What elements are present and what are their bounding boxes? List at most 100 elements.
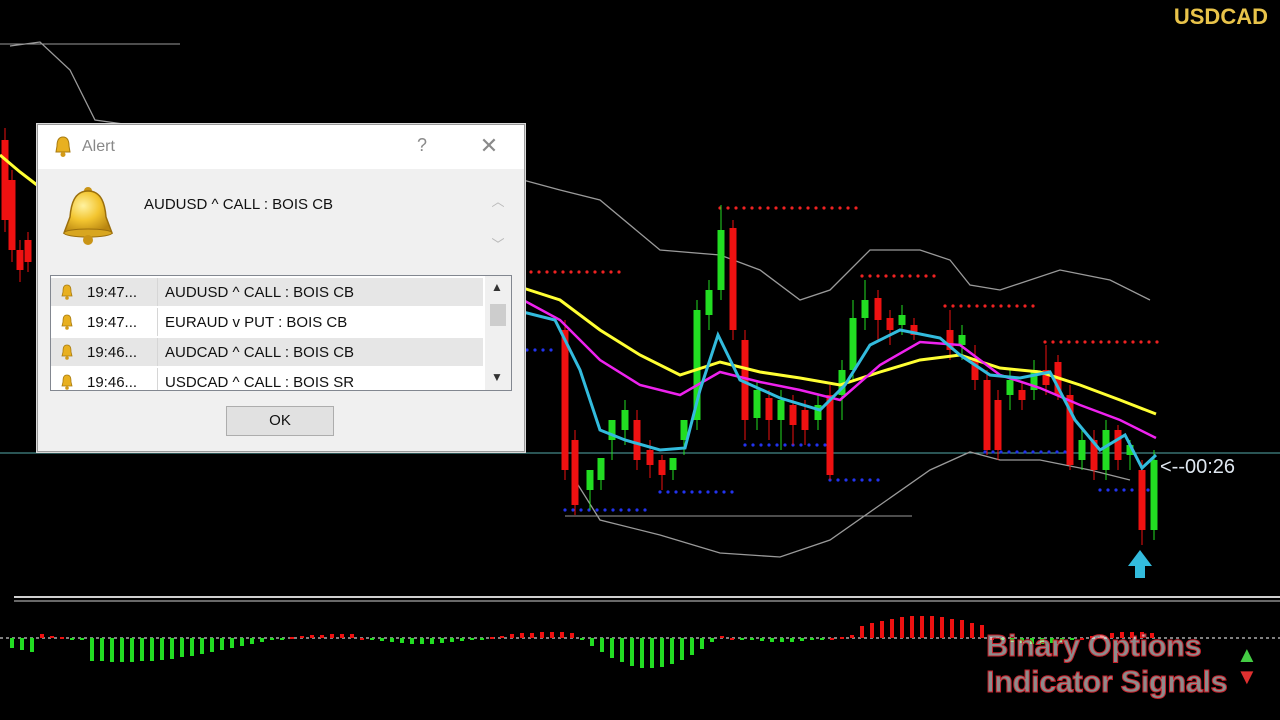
candle-body bbox=[633, 420, 641, 460]
watermark: Binary Options Indicator Signals bbox=[985, 628, 1228, 700]
list-item[interactable]: 19:46... AUDCAD ^ CALL : BOIS CB bbox=[51, 338, 483, 366]
candle-body bbox=[874, 298, 882, 320]
histogram-bar bbox=[750, 638, 754, 640]
resistance-dot bbox=[892, 274, 896, 278]
histogram-bar bbox=[920, 616, 924, 638]
support-dot bbox=[635, 508, 639, 512]
support-dot bbox=[1031, 450, 1035, 454]
support-dot bbox=[674, 490, 678, 494]
histogram-bar bbox=[300, 636, 304, 638]
support-dot bbox=[549, 348, 553, 352]
resistance-dot bbox=[1107, 340, 1111, 344]
watermark-line2: Indicator Signals bbox=[985, 664, 1228, 700]
resistance-dot bbox=[537, 270, 541, 274]
histogram-bar bbox=[960, 620, 964, 638]
list-item[interactable]: 19:47... EURAUD v PUT : BOIS CB bbox=[51, 308, 483, 336]
resistance-dot bbox=[593, 270, 597, 274]
resistance-dot bbox=[1059, 340, 1063, 344]
help-button[interactable]: ? bbox=[414, 135, 430, 157]
list-scrollbar[interactable]: ▲ ▼ bbox=[485, 276, 511, 390]
candle-body bbox=[983, 380, 991, 450]
histogram-bar bbox=[60, 637, 64, 639]
alert-time: 19:47... bbox=[87, 314, 138, 331]
symbol-label: USDCAD bbox=[1173, 4, 1268, 29]
resistance-dot bbox=[617, 270, 621, 274]
histogram-bar bbox=[240, 638, 244, 646]
candle-body bbox=[571, 440, 579, 505]
histogram-bar bbox=[170, 638, 174, 659]
histogram-bar bbox=[830, 638, 834, 640]
histogram-bar bbox=[540, 632, 544, 638]
resistance-dot bbox=[806, 206, 810, 210]
resistance-dot bbox=[726, 206, 730, 210]
histogram-bar bbox=[320, 635, 324, 638]
candle-body bbox=[669, 458, 677, 470]
support-dot bbox=[1114, 488, 1118, 492]
resistance-dot bbox=[1023, 304, 1027, 308]
resistance-dot bbox=[876, 274, 880, 278]
resistance-dot bbox=[1075, 340, 1079, 344]
histogram-bar bbox=[210, 638, 214, 652]
scroll-down-icon[interactable]: ▼ bbox=[491, 370, 503, 384]
resistance-dot bbox=[951, 304, 955, 308]
support-dot bbox=[627, 508, 631, 512]
candle-body bbox=[777, 400, 785, 420]
support-dot bbox=[698, 490, 702, 494]
histogram-bar bbox=[670, 638, 674, 664]
scroll-up-icon[interactable]: ︿ bbox=[488, 191, 508, 210]
column-divider bbox=[157, 278, 158, 306]
histogram-bar bbox=[340, 634, 344, 638]
histogram-bar bbox=[480, 638, 484, 640]
histogram-bar bbox=[520, 633, 524, 638]
resistance-dot bbox=[553, 270, 557, 274]
histogram-bar bbox=[430, 638, 434, 644]
bell-icon bbox=[61, 344, 73, 360]
histogram-bar bbox=[420, 638, 424, 644]
scroll-thumb[interactable] bbox=[490, 304, 506, 326]
histogram-bar bbox=[940, 617, 944, 638]
ok-button[interactable]: OK bbox=[226, 406, 334, 436]
histogram-bar bbox=[850, 635, 854, 638]
histogram-bar bbox=[80, 638, 84, 640]
support-dot bbox=[1007, 450, 1011, 454]
message-scrollbar[interactable]: ︿ ﹀ bbox=[488, 191, 508, 263]
up-arrow-icon: ▲ bbox=[1236, 642, 1258, 667]
support-dot bbox=[643, 508, 647, 512]
scroll-up-icon[interactable]: ▲ bbox=[491, 280, 503, 294]
alert-history-list[interactable]: 19:47... AUDUSD ^ CALL : BOIS CB 19:47..… bbox=[50, 275, 512, 391]
histogram-bar bbox=[790, 638, 794, 642]
resistance-dot bbox=[814, 206, 818, 210]
candle-body bbox=[789, 405, 797, 425]
histogram-bar bbox=[810, 638, 814, 640]
alert-time: 19:46... bbox=[87, 344, 138, 361]
candle-body bbox=[753, 390, 761, 418]
alert-time: 19:46... bbox=[87, 374, 138, 391]
support-dot bbox=[815, 443, 819, 447]
close-button[interactable]: ✕ bbox=[478, 135, 500, 157]
resistance-dot bbox=[585, 270, 589, 274]
histogram-bar bbox=[770, 638, 774, 642]
list-item[interactable]: 19:46... USDCAD ^ CALL : BOIS SR bbox=[51, 368, 483, 391]
alert-dialog[interactable]: Alert ? ✕ AUDUSD ^ CALL : BOIS CB ︿ ﹀ 19… bbox=[37, 124, 525, 452]
histogram-bar bbox=[100, 638, 104, 661]
resistance-dot bbox=[1007, 304, 1011, 308]
histogram-bar bbox=[710, 638, 714, 642]
resistance-dot bbox=[1131, 340, 1135, 344]
histogram-bar bbox=[380, 638, 384, 641]
resistance-dot bbox=[1123, 340, 1127, 344]
histogram-bar bbox=[410, 638, 414, 644]
alert-message: AUDUSD ^ CALL : BOIS CB bbox=[144, 196, 334, 213]
candle-body bbox=[958, 335, 966, 345]
support-dot bbox=[1047, 450, 1051, 454]
list-item[interactable]: 19:47... AUDUSD ^ CALL : BOIS CB bbox=[51, 278, 483, 306]
candle-body bbox=[8, 180, 16, 250]
scroll-down-icon[interactable]: ﹀ bbox=[488, 234, 508, 253]
resistance-dot bbox=[1139, 340, 1143, 344]
resistance-dot bbox=[577, 270, 581, 274]
support-dot bbox=[730, 490, 734, 494]
support-dot bbox=[991, 450, 995, 454]
histogram-bar bbox=[640, 638, 644, 668]
support-dot bbox=[823, 443, 827, 447]
watermark-arrows: ▲ ▼ bbox=[1236, 644, 1258, 688]
dialog-titlebar[interactable]: Alert ? ✕ bbox=[38, 125, 524, 169]
